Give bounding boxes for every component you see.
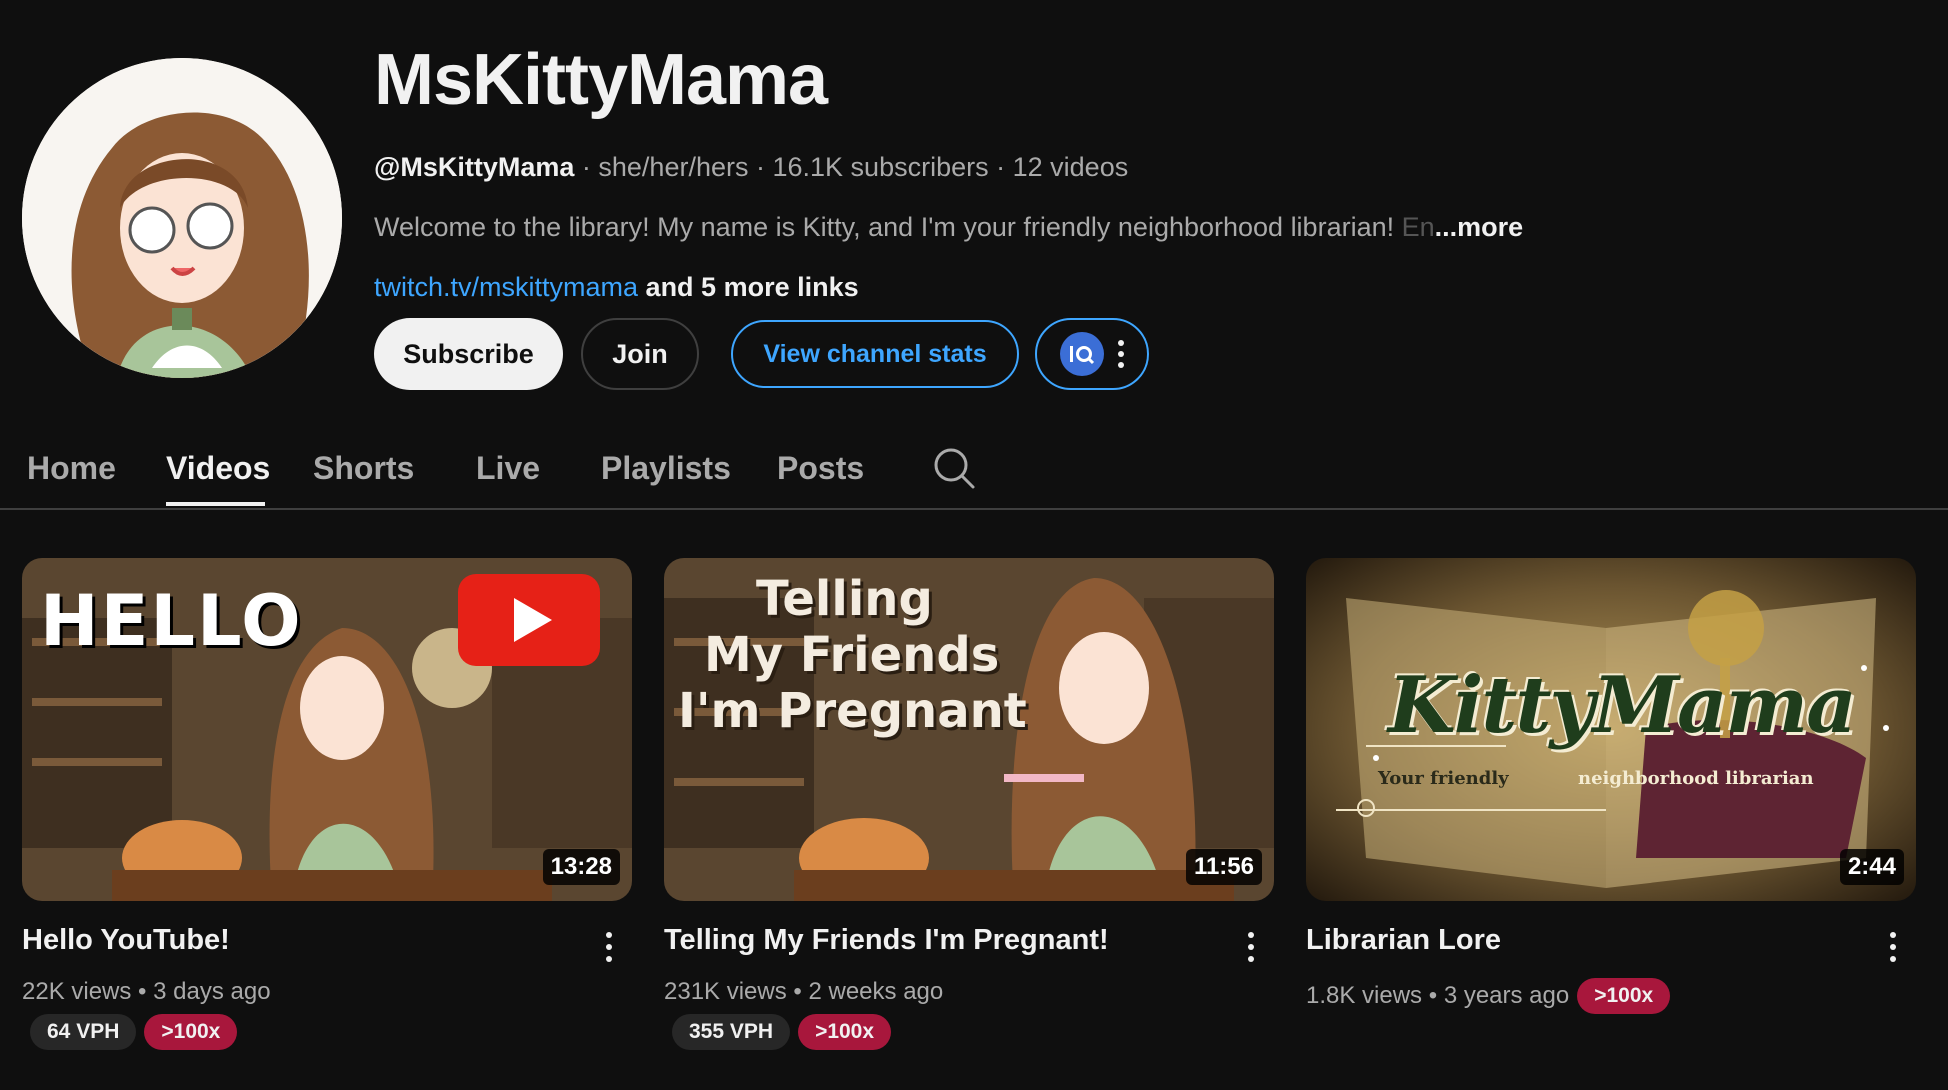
video-duration: 13:28 xyxy=(542,849,620,885)
video-thumbnail[interactable]: Telling My Friends I'm Pregnant 11:56 xyxy=(664,558,1274,901)
tab-live[interactable]: Live xyxy=(476,448,540,488)
stats-separator: • xyxy=(786,978,809,1005)
thumbnail-text-line: My Friends xyxy=(704,627,1000,683)
video-badges: 355 VPH >100x xyxy=(672,1014,892,1050)
thumbnail-text-tagline: neighborhood librarian xyxy=(1578,768,1814,789)
vidiq-extension-button[interactable] xyxy=(1035,318,1149,390)
video-card[interactable]: Telling My Friends I'm Pregnant 11:56 Te… xyxy=(664,558,1274,1050)
video-count: 12 videos xyxy=(1012,152,1129,182)
stats-separator: • xyxy=(1422,982,1444,1009)
channel-name: MsKittyMama xyxy=(374,40,828,120)
meta-separator: · xyxy=(756,152,773,182)
video-title[interactable]: Hello YouTube! xyxy=(22,924,230,957)
channel-tabs: Home Videos Shorts Live Playlists Posts xyxy=(0,430,1948,510)
video-thumbnail[interactable]: KittyMama Your friendly neighborhood lib… xyxy=(1306,558,1916,901)
view-count: 22K views xyxy=(22,978,132,1005)
thumbnail-text-tagline: Your friendly xyxy=(1378,768,1509,789)
upload-age: 3 years ago xyxy=(1443,982,1570,1009)
active-tab-indicator xyxy=(166,502,265,506)
channel-actions: Subscribe Join View channel stats xyxy=(374,318,1149,390)
description-text: Welcome to the library! My name is Kitty… xyxy=(374,212,1395,242)
more-vert-icon[interactable] xyxy=(1890,932,1896,962)
video-title[interactable]: Telling My Friends I'm Pregnant! xyxy=(664,924,1109,957)
description-fade: En xyxy=(1401,212,1435,242)
tab-videos[interactable]: Videos xyxy=(166,448,270,488)
video-thumbnail[interactable]: HELLO 13:28 xyxy=(22,558,632,901)
more-vert-icon[interactable] xyxy=(1248,932,1254,962)
twitch-link[interactable]: twitch.tv/mskittymama xyxy=(374,272,638,302)
more-links-button[interactable]: and 5 more links xyxy=(646,272,859,302)
thumbnail-text-line: I'm Pregnant xyxy=(678,683,1027,739)
vidiq-icon xyxy=(1060,332,1104,376)
subscriber-count: 16.1K subscribers xyxy=(772,152,989,182)
video-duration: 11:56 xyxy=(1185,849,1262,885)
upload-age: 3 days ago xyxy=(153,978,271,1005)
view-channel-stats-button[interactable]: View channel stats xyxy=(731,320,1019,388)
video-duration: 2:44 xyxy=(1839,849,1904,885)
view-count: 1.8K views xyxy=(1306,982,1423,1009)
tab-home[interactable]: Home xyxy=(27,448,116,488)
thumbnail-text: HELLO xyxy=(40,580,303,662)
tab-shorts[interactable]: Shorts xyxy=(313,448,414,488)
stats-separator: • xyxy=(131,978,154,1005)
channel-description[interactable]: Welcome to the library! My name is Kitty… xyxy=(374,210,1874,244)
meta-separator: · xyxy=(581,152,599,182)
vph-badge: 355 VPH xyxy=(672,1014,791,1050)
video-stats: 231K views • 2 weeks ago xyxy=(664,978,943,1006)
vph-badge: 64 VPH xyxy=(30,1014,137,1050)
channel-info: MsKittyMama @MsKittyMama · she/her/hers … xyxy=(374,38,1874,304)
channel-avatar[interactable] xyxy=(22,58,342,378)
video-title[interactable]: Librarian Lore xyxy=(1306,924,1501,957)
outlier-badge: >100x xyxy=(798,1014,892,1050)
outlier-badge: >100x xyxy=(1577,978,1671,1014)
channel-handle: @MsKittyMama xyxy=(374,152,575,182)
view-count: 231K views xyxy=(664,978,787,1005)
channel-meta: @MsKittyMama · she/her/hers · 16.1K subs… xyxy=(374,150,1874,184)
tab-playlists[interactable]: Playlists xyxy=(601,448,731,488)
video-card[interactable]: HELLO 13:28 Hello YouTube! 22K views • 3… xyxy=(22,558,632,1050)
video-card[interactable]: KittyMama Your friendly neighborhood lib… xyxy=(1306,558,1916,1014)
tab-posts[interactable]: Posts xyxy=(777,448,864,488)
join-button[interactable]: Join xyxy=(581,318,699,390)
more-vert-icon xyxy=(1118,340,1124,368)
channel-pronouns: she/her/hers xyxy=(598,152,749,182)
video-stats: 22K views • 3 days ago xyxy=(22,978,271,1006)
video-badges: 64 VPH >100x xyxy=(30,1014,238,1050)
thumbnail-text-line: Telling xyxy=(756,571,933,627)
subscribe-button[interactable]: Subscribe xyxy=(374,318,563,390)
upload-age: 2 weeks ago xyxy=(808,978,944,1005)
video-stats: 1.8K views • 3 years ago >100x xyxy=(1306,978,1671,1014)
description-more-button[interactable]: ...more xyxy=(1435,212,1524,242)
outlier-badge: >100x xyxy=(144,1014,238,1050)
channel-links: twitch.tv/mskittymama and 5 more links xyxy=(374,270,1874,304)
meta-separator: · xyxy=(996,152,1013,182)
thumbnail-text-logo: KittyMama xyxy=(1388,660,1857,751)
search-icon[interactable] xyxy=(932,446,976,490)
more-vert-icon[interactable] xyxy=(606,932,612,962)
